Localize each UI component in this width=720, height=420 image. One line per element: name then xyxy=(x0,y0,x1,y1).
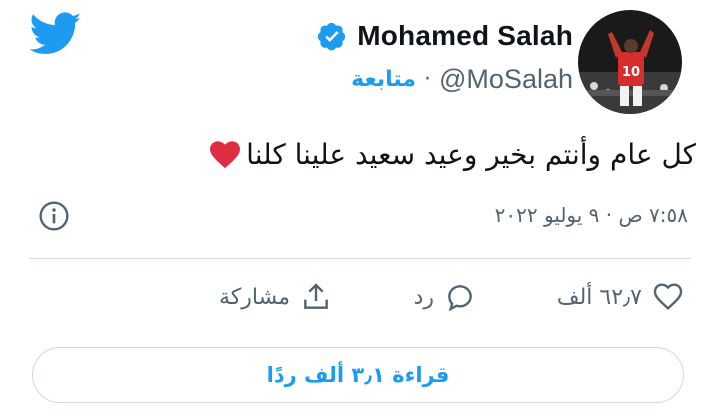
read-replies-label: قراءة ٣٫١ ألف ردًا xyxy=(266,363,450,387)
reply-bubble-icon xyxy=(448,285,472,312)
author-name-row[interactable]: Mohamed Salah xyxy=(317,20,573,52)
follow-button[interactable]: متابعة xyxy=(351,67,416,92)
info-icon[interactable] xyxy=(38,200,70,232)
share-button[interactable]: مشاركة xyxy=(219,281,332,313)
author-handle[interactable]: @MoSalah xyxy=(439,64,573,95)
red-heart-icon xyxy=(210,140,241,168)
author-display-name[interactable]: Mohamed Salah xyxy=(357,20,573,52)
divider xyxy=(30,258,690,259)
heart-outline-icon xyxy=(653,283,683,310)
verified-badge-icon xyxy=(318,22,346,51)
like-count: ٦٢٫٧ ألف xyxy=(556,284,642,310)
twitter-bird-icon[interactable] xyxy=(30,12,82,56)
reply-label: رد xyxy=(413,284,434,310)
separator-dot: · xyxy=(424,67,432,92)
tweet-timestamp[interactable]: ٧:٥٨ ص · ٩ يوليو ٢٠٢٢ xyxy=(495,203,688,227)
svg-text:10: 10 xyxy=(622,65,640,80)
reply-button[interactable]: رد xyxy=(414,281,476,313)
tweet-body: كل عام وأنتم بخير وعيد سعيد علينا كلنا xyxy=(246,138,696,171)
tweet-text: كل عام وأنتم بخير وعيد سعيد علينا كلنا xyxy=(210,138,696,171)
avatar[interactable]: 10 xyxy=(578,10,682,114)
read-replies-button[interactable]: قراءة ٣٫١ ألف ردًا xyxy=(32,347,684,403)
share-label: مشاركة xyxy=(218,284,290,310)
share-upload-icon xyxy=(304,283,328,309)
handle-row: متابعة · @MoSalah xyxy=(351,64,573,95)
like-button[interactable]: ٦٢٫٧ ألف xyxy=(557,281,684,313)
